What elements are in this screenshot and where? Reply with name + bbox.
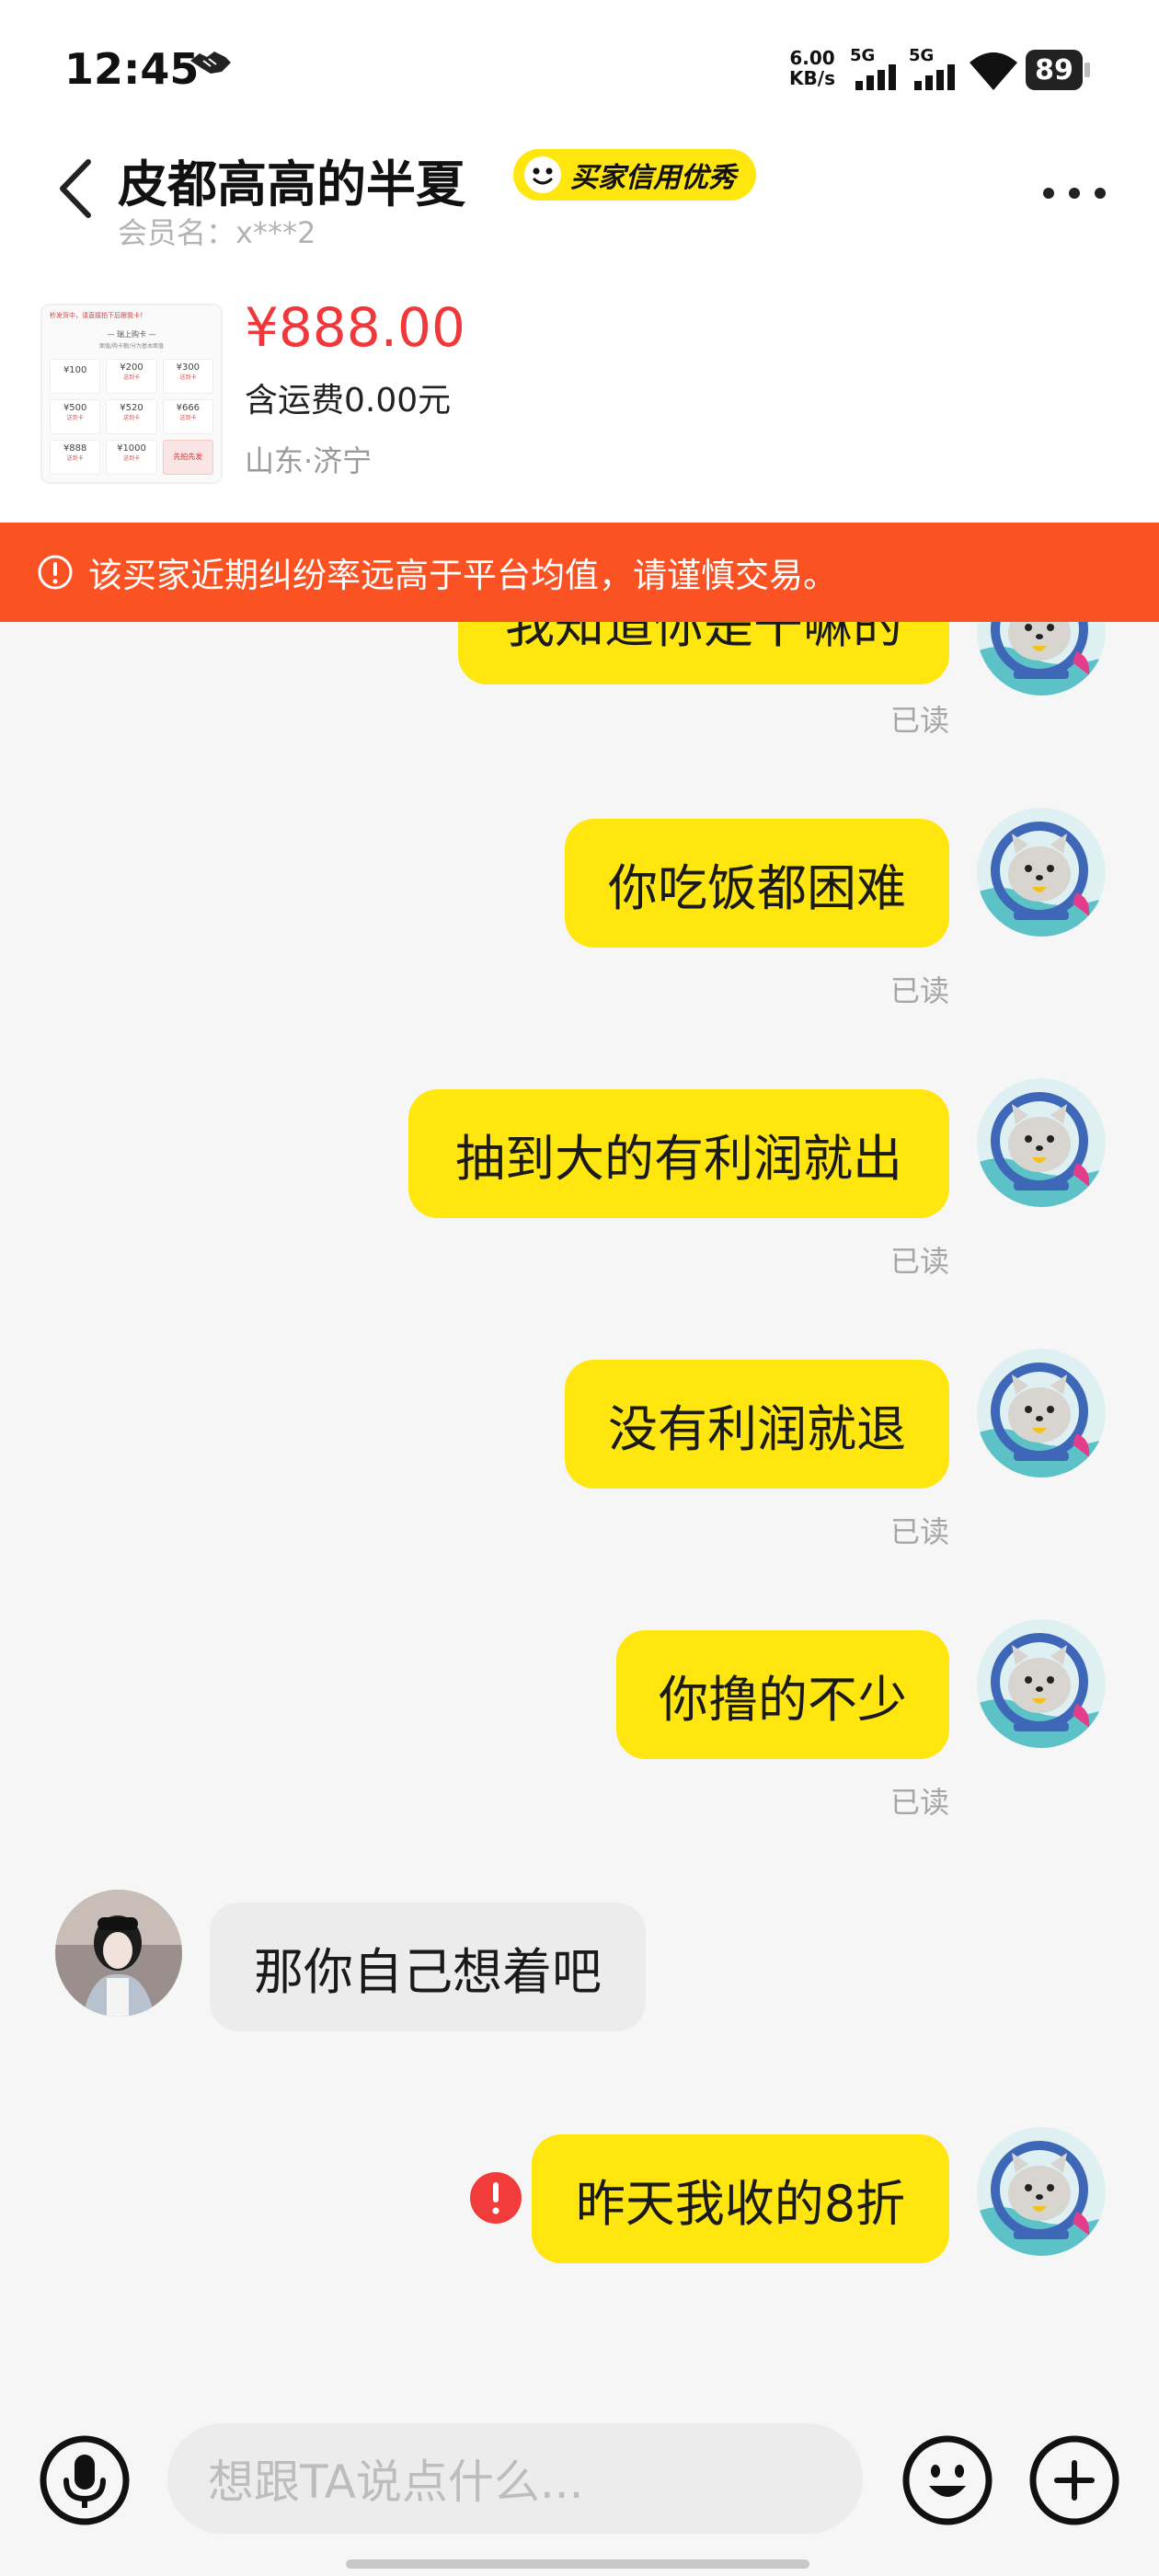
read-receipt: 已读 <box>889 973 949 1008</box>
emoji-icon[interactable] <box>901 2434 993 2526</box>
chat-bubble[interactable]: 你吃饭都困难 <box>565 819 949 948</box>
handshake-icon <box>190 52 231 74</box>
my-avatar[interactable] <box>977 2127 1106 2256</box>
member-name: 会员名：x***2 <box>118 215 316 250</box>
my-avatar[interactable] <box>977 1619 1106 1748</box>
chat-bubble[interactable]: 没有利润就退 <box>565 1360 949 1489</box>
contact-name: 皮都高高的半夏 <box>118 155 465 213</box>
my-avatar[interactable] <box>977 1078 1106 1207</box>
credit-badge-label: 买家信用优秀 <box>570 162 736 194</box>
read-receipt: 已读 <box>889 1785 949 1820</box>
contact-avatar[interactable] <box>55 1890 182 2017</box>
alert-circle-icon <box>38 555 73 590</box>
read-receipt: 已读 <box>889 1244 949 1279</box>
back-chevron-icon[interactable] <box>57 158 94 219</box>
read-receipt: 已读 <box>889 1514 949 1549</box>
chat-bubble[interactable]: 你撸的不少 <box>616 1630 949 1759</box>
more-dots-icon[interactable] <box>1039 175 1109 212</box>
credit-badge[interactable]: 买家信用优秀 <box>513 149 756 201</box>
cell-signal-icon: 5G <box>850 46 901 92</box>
chat-bubble-incoming[interactable]: 那你自己想着吧 <box>210 1903 646 2031</box>
smiley-face-icon <box>524 156 561 193</box>
my-avatar[interactable] <box>977 1349 1106 1478</box>
plus-icon[interactable] <box>1028 2434 1120 2526</box>
my-avatar[interactable] <box>977 808 1106 937</box>
battery-indicator: 89 <box>1026 50 1092 90</box>
wifi-icon <box>970 52 1017 90</box>
chat-bubble[interactable]: 昨天我收的8折 <box>532 2134 949 2263</box>
chat-bubble[interactable]: 我知道你是干嘛的 <box>458 622 949 684</box>
chat-bubble[interactable]: 抽到大的有利润就出 <box>408 1089 949 1218</box>
net-speed: 6.00 KB/s <box>789 47 835 89</box>
my-avatar[interactable] <box>977 622 1106 696</box>
message-input[interactable]: 想跟TA说点什么... <box>167 2423 863 2534</box>
read-receipt: 已读 <box>889 703 949 738</box>
warning-text: 该买家近期纠纷率远高于平台均值，请谨慎交易。 <box>88 556 837 595</box>
cell-signal-icon: 5G <box>909 46 960 92</box>
home-indicator[interactable] <box>346 2559 809 2569</box>
product-thumbnail[interactable]: 秒发货中，请直接拍下后跟我卡！ — 瑞上购卡 — 面值/购卡额/分为基本面值 ¥… <box>40 304 223 484</box>
status-time: 12:45 <box>64 44 200 94</box>
error-icon[interactable] <box>469 2171 522 2225</box>
dispute-warning-banner: 该买家近期纠纷率远高于平台均值，请谨慎交易。 <box>0 523 1159 622</box>
shipping-fee: 含运费0.00元 <box>245 382 452 420</box>
message-clip: 我知道你是干嘛的 <box>0 622 1159 705</box>
microphone-icon[interactable] <box>39 2434 131 2526</box>
product-price: ¥888.00 <box>245 296 465 359</box>
product-location: 山东·济宁 <box>245 443 373 478</box>
